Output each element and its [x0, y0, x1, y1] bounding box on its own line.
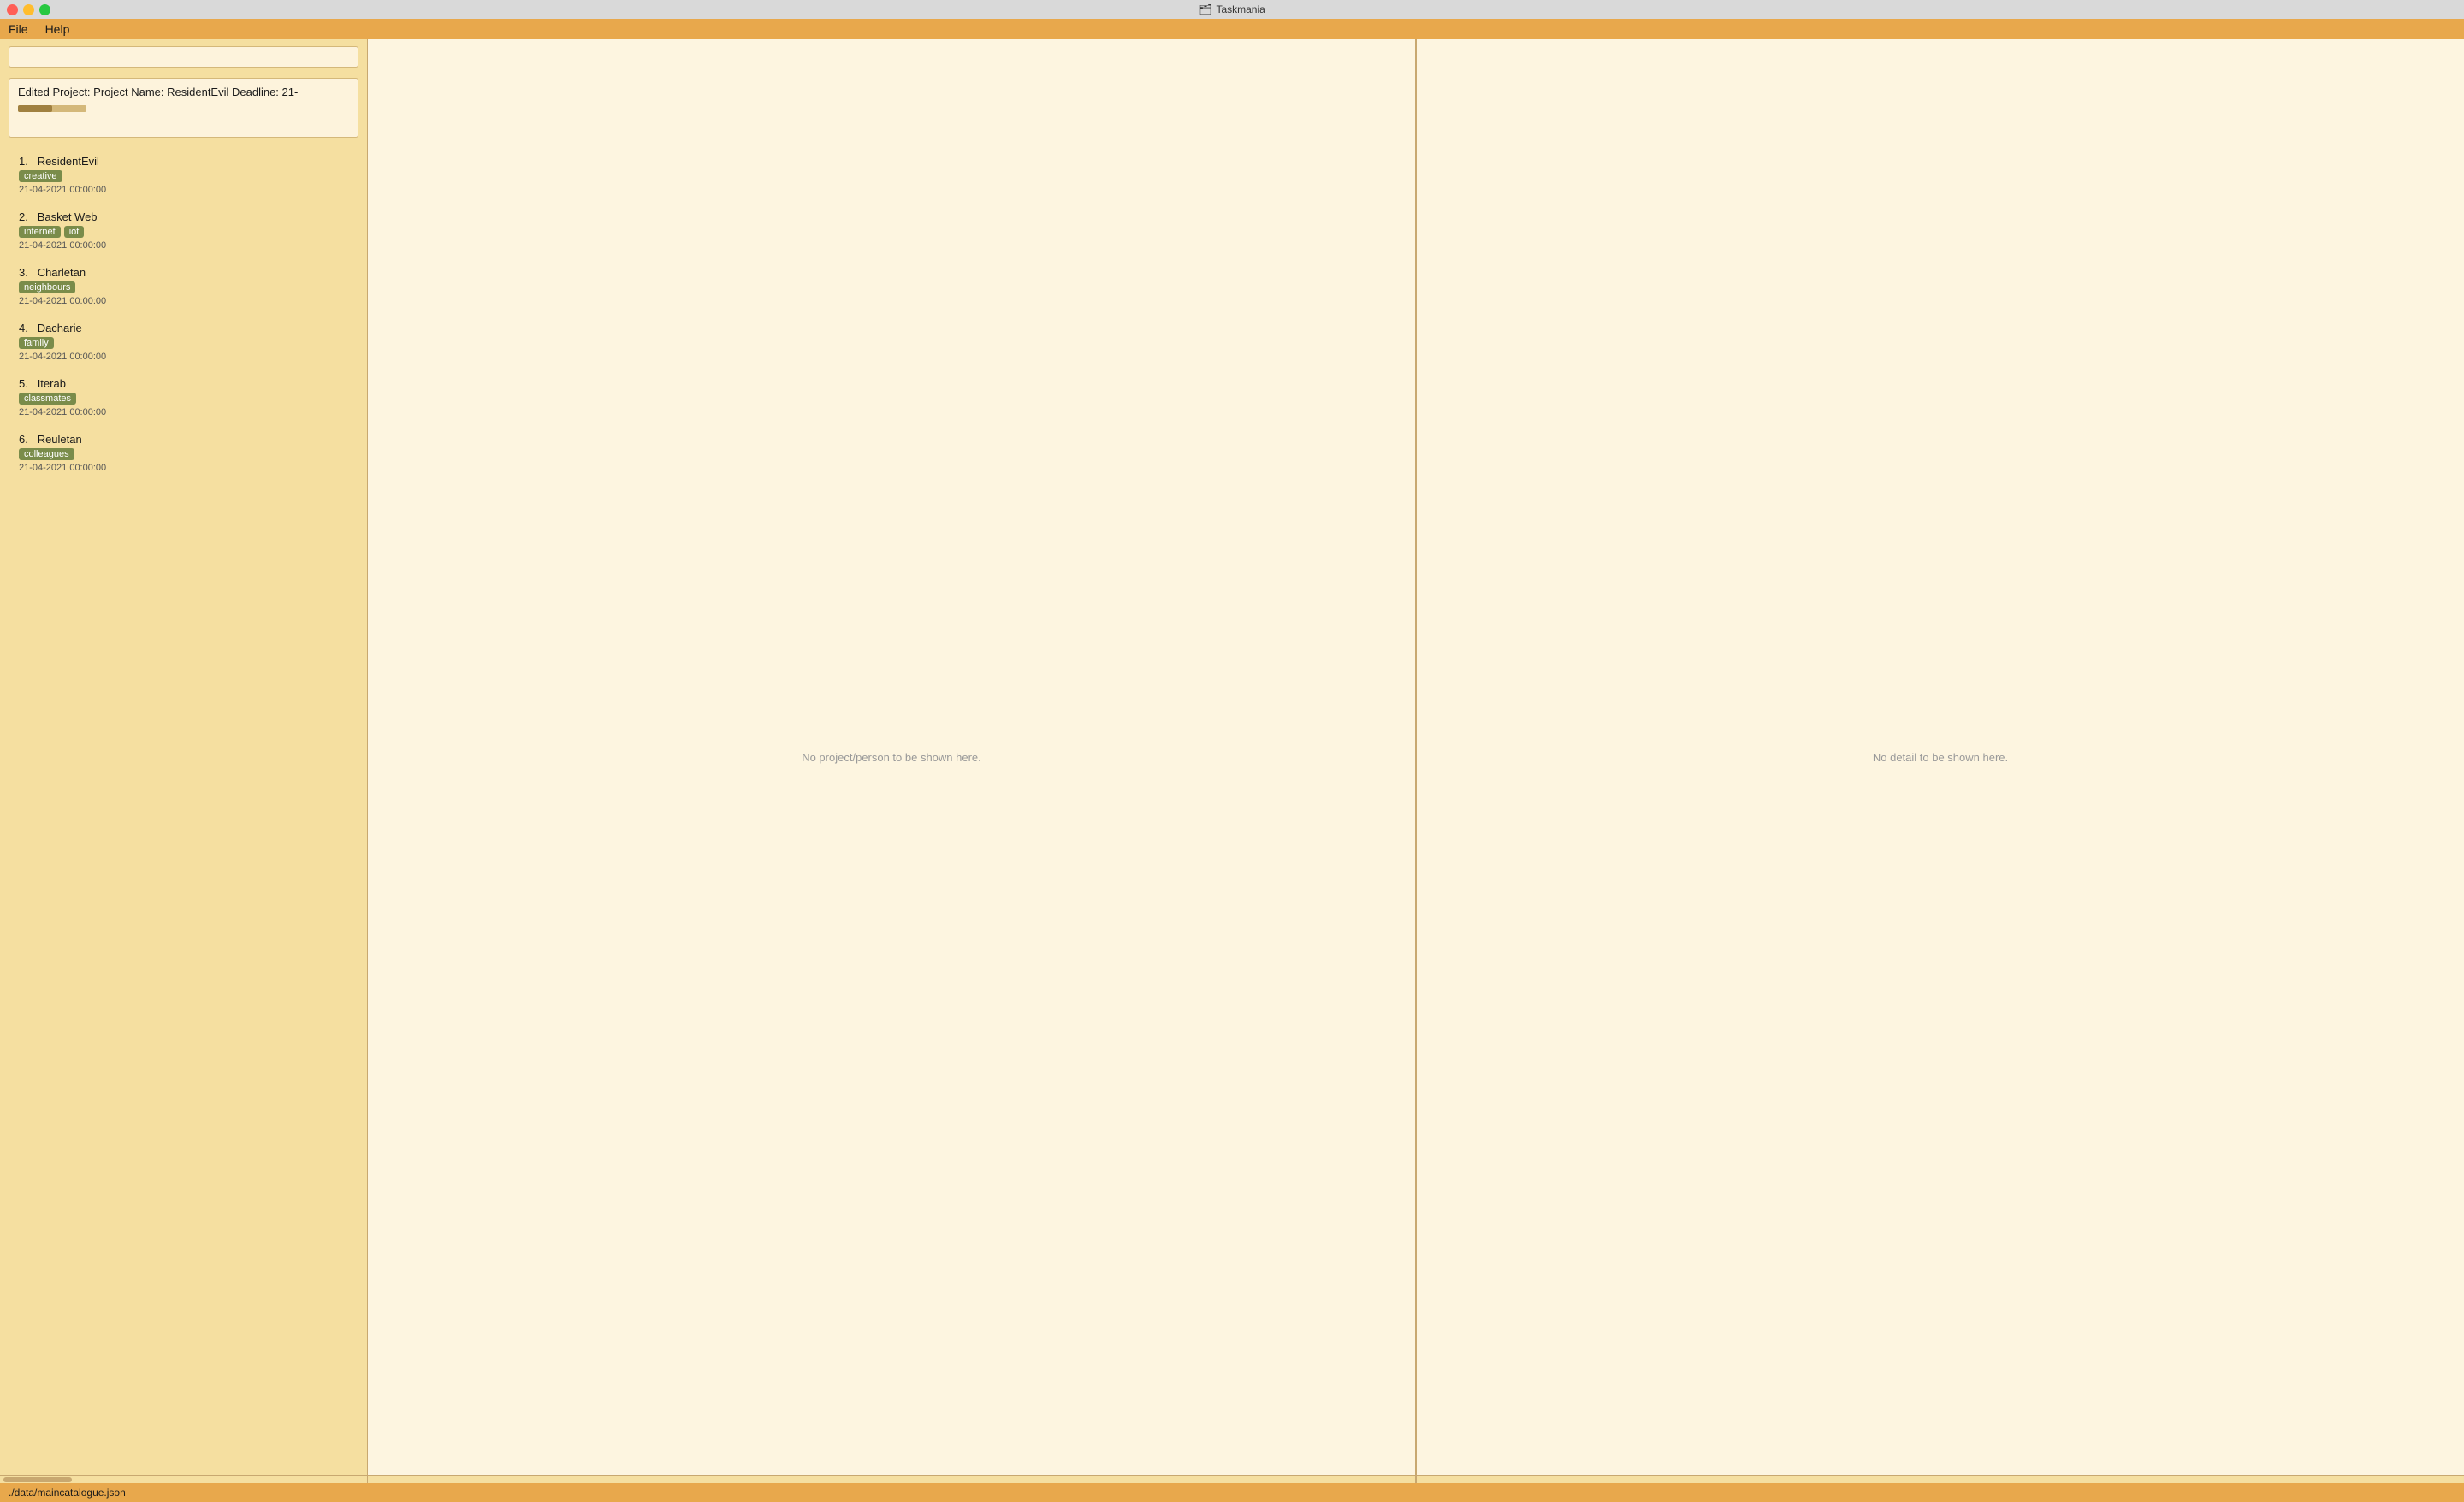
- tag-row: internet iot: [19, 226, 348, 238]
- project-title: 4. Dacharie: [19, 322, 348, 334]
- project-title: 6. Reuletan: [19, 433, 348, 446]
- left-panel: Edited Project: Project Name: ResidentEv…: [0, 39, 368, 1475]
- title-bar: 🗂 Taskmania: [0, 0, 2464, 19]
- middle-empty-message: No project/person to be shown here.: [802, 751, 981, 764]
- bottom-scroll-right: [1417, 1476, 2464, 1483]
- h-scrollbar-thumb[interactable]: [3, 1477, 72, 1482]
- tag: colleagues: [19, 448, 74, 460]
- bottom-scroll-middle: [368, 1476, 1417, 1483]
- project-date: 21-04-2021 00:00:00: [19, 407, 348, 417]
- tag: neighbours: [19, 281, 75, 293]
- list-item[interactable]: 5. Iterab classmates 21-04-2021 00:00:00: [5, 370, 362, 424]
- tag: creative: [19, 170, 62, 182]
- close-button[interactable]: [7, 4, 18, 15]
- tag: iot: [64, 226, 85, 238]
- help-menu[interactable]: Help: [45, 22, 70, 36]
- progress-bar-container: [18, 105, 86, 112]
- list-item[interactable]: 6. Reuletan colleagues 21-04-2021 00:00:…: [5, 426, 362, 480]
- app-title: 🗂 Taskmania: [1199, 3, 1265, 15]
- minimize-button[interactable]: [23, 4, 34, 15]
- list-item[interactable]: 4. Dacharie family 21-04-2021 00:00:00: [5, 315, 362, 369]
- right-empty-message: No detail to be shown here.: [1873, 751, 2008, 764]
- tag-row: family: [19, 337, 348, 349]
- list-item[interactable]: 3. Charletan neighbours 21-04-2021 00:00…: [5, 259, 362, 313]
- project-title: 5. Iterab: [19, 377, 348, 390]
- list-item[interactable]: 1. ResidentEvil creative 21-04-2021 00:0…: [5, 148, 362, 202]
- status-path: ./data/maincatalogue.json: [9, 1487, 126, 1499]
- project-list[interactable]: 1. ResidentEvil creative 21-04-2021 00:0…: [0, 141, 367, 1475]
- maximize-button[interactable]: [39, 4, 50, 15]
- tag-row: classmates: [19, 393, 348, 405]
- tag-row: neighbours: [19, 281, 348, 293]
- file-menu[interactable]: File: [9, 22, 28, 36]
- project-date: 21-04-2021 00:00:00: [19, 352, 348, 362]
- status-bar: ./data/maincatalogue.json: [0, 1483, 2464, 1502]
- project-date: 21-04-2021 00:00:00: [19, 240, 348, 251]
- tag-row: creative: [19, 170, 348, 182]
- bottom-scroll-row: [0, 1475, 2464, 1483]
- progress-bar-fill: [18, 105, 52, 112]
- project-title: 1. ResidentEvil: [19, 155, 348, 168]
- tag: internet: [19, 226, 61, 238]
- tag-row: colleagues: [19, 448, 348, 460]
- project-date: 21-04-2021 00:00:00: [19, 463, 348, 473]
- main-layout: Edited Project: Project Name: ResidentEv…: [0, 39, 2464, 1475]
- project-title: 3. Charletan: [19, 266, 348, 279]
- project-title: 2. Basket Web: [19, 210, 348, 223]
- traffic-lights: [7, 4, 50, 15]
- right-panel: No detail to be shown here.: [1417, 39, 2464, 1475]
- edited-project-text: Edited Project: Project Name: ResidentEv…: [18, 86, 349, 98]
- tag: family: [19, 337, 54, 349]
- search-area: [0, 39, 367, 74]
- menu-bar: File Help: [0, 19, 2464, 39]
- list-item[interactable]: 2. Basket Web internet iot 21-04-2021 00…: [5, 204, 362, 257]
- edited-project-box: Edited Project: Project Name: ResidentEv…: [9, 78, 358, 138]
- project-date: 21-04-2021 00:00:00: [19, 296, 348, 306]
- project-date: 21-04-2021 00:00:00: [19, 185, 348, 195]
- bottom-scroll-left: [0, 1476, 368, 1483]
- search-input[interactable]: [9, 46, 358, 68]
- app-icon: 🗂: [1199, 3, 1211, 15]
- tag: classmates: [19, 393, 76, 405]
- middle-panel: No project/person to be shown here.: [368, 39, 1417, 1475]
- app-container: File Help Edited Project: Project Name: …: [0, 19, 2464, 1502]
